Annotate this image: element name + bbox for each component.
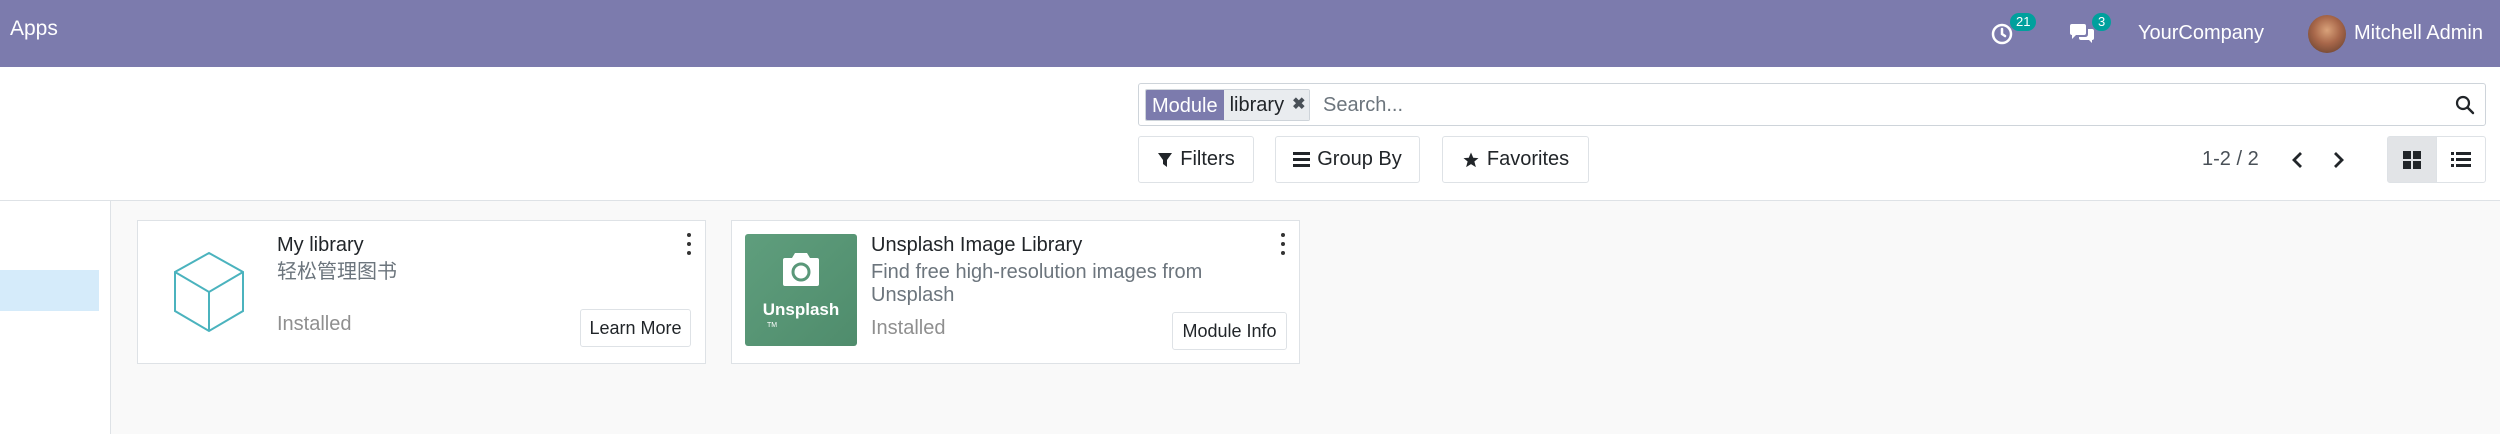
activity-menu[interactable]: 21 [1990, 0, 2037, 67]
card-summary: 轻松管理图书 [277, 261, 397, 283]
app-title[interactable]: Apps [10, 17, 58, 41]
control-panel: Module library ✖ Filters Group By Favori… [0, 67, 2500, 201]
facet-value: library ✖ [1223, 90, 1310, 120]
group-by-button[interactable]: Group By [1275, 136, 1420, 183]
star-icon [1463, 152, 1479, 167]
filters-button[interactable]: Filters [1138, 136, 1254, 183]
activity-badge: 21 [2010, 13, 2037, 31]
module-card-my-library[interactable]: My library 轻松管理图书 Installed Learn More [137, 220, 706, 364]
pager-next-button[interactable] [2324, 145, 2354, 175]
search-input[interactable] [1323, 91, 2423, 119]
search-facet: Module library ✖ [1145, 89, 1311, 121]
chevron-left-icon [2292, 152, 2302, 168]
pager-previous-button[interactable] [2282, 145, 2312, 175]
card-summary-line2: Unsplash [871, 284, 955, 306]
card-title: My library [277, 234, 364, 256]
list-icon [1293, 152, 1311, 167]
company-switcher[interactable]: YourCompany [2138, 0, 2264, 67]
unsplash-tm: TM [767, 322, 778, 329]
card-status: Installed [871, 317, 946, 339]
filter-icon [1158, 152, 1173, 167]
user-name: Mitchell Admin [2354, 22, 2483, 44]
list-view-button[interactable] [2436, 136, 2486, 183]
sidebar-item-selected[interactable] [0, 270, 99, 311]
pager-value[interactable]: 1-2 / 2 [2202, 148, 2259, 171]
facet-value-text: library [1229, 94, 1285, 116]
module-card-unsplash[interactable]: Unsplash TM Unsplash Image Library Find … [731, 220, 1300, 364]
learn-more-button[interactable]: Learn More [580, 309, 691, 347]
facet-remove-icon[interactable]: ✖ [1292, 93, 1305, 117]
category-sidebar [0, 201, 111, 434]
module-info-button[interactable]: Module Info [1172, 312, 1287, 350]
search-bar[interactable]: Module library ✖ [1138, 83, 2486, 126]
kanban-view-button[interactable] [2387, 136, 2437, 183]
camera-icon [783, 253, 819, 286]
group-by-label: Group By [1317, 148, 1402, 170]
chevron-right-icon [2334, 152, 2344, 168]
cube-icon [174, 251, 244, 333]
card-summary-line1: Find free high-resolution images from [871, 261, 1203, 283]
card-title: Unsplash Image Library [871, 234, 1083, 256]
grid-icon [2403, 150, 2421, 169]
favorites-button[interactable]: Favorites [1442, 136, 1589, 183]
top-navbar: Apps 21 3 YourCompany Mitchell Admin [0, 0, 2500, 67]
card-menu-icon[interactable] [1280, 233, 1286, 255]
messages-badge: 3 [2092, 13, 2112, 31]
user-menu[interactable]: Mitchell Admin [2308, 0, 2483, 67]
card-status: Installed [277, 313, 352, 335]
favorites-label: Favorites [1486, 148, 1570, 170]
filters-label: Filters [1180, 148, 1235, 170]
avatar [2308, 14, 2346, 53]
unsplash-logo-text: Unsplash [762, 300, 840, 319]
messages-menu[interactable]: 3 [2068, 0, 2112, 67]
facet-label: Module [1146, 90, 1224, 120]
card-menu-icon[interactable] [686, 233, 692, 255]
list-view-icon [2451, 151, 2471, 167]
search-icon[interactable] [2455, 95, 2475, 115]
unsplash-thumbnail: Unsplash TM [745, 234, 857, 346]
